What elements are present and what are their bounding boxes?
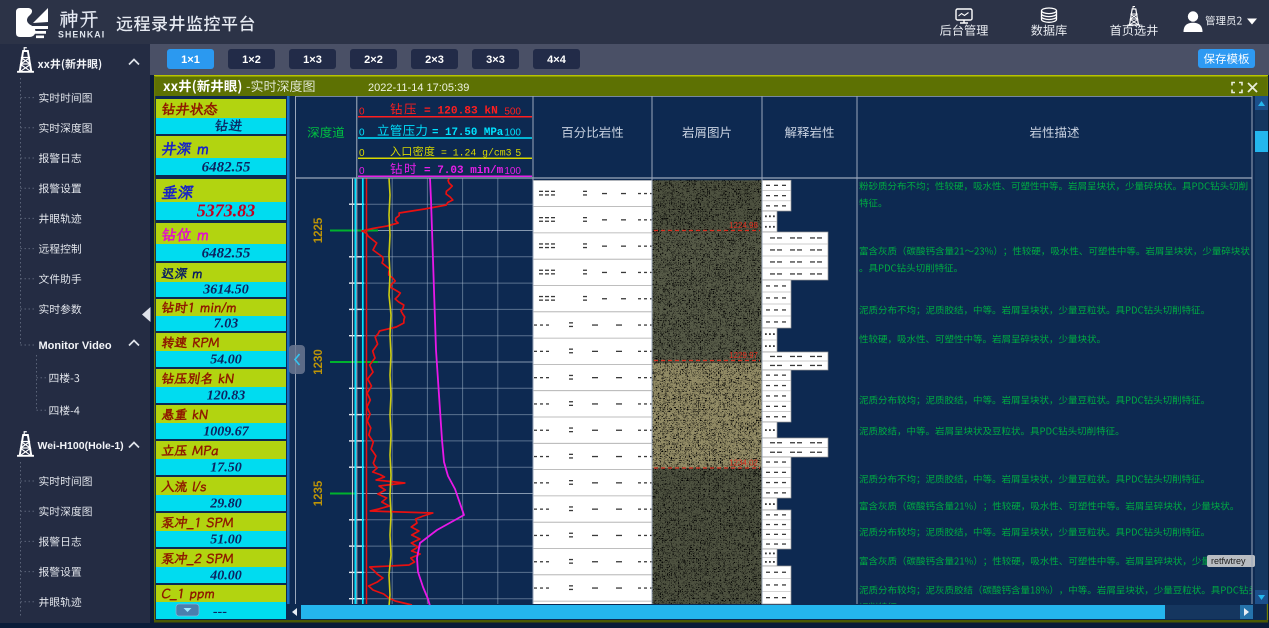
svg-text:= 17.50 MPa: = 17.50 MPa [432, 127, 504, 139]
svg-text:Wei-H100(Hole-1): Wei-H100(Hole-1) [38, 440, 124, 452]
svg-text:retfwtrey: retfwtrey [1211, 556, 1246, 566]
svg-text:= 1.24 g/cm3: = 1.24 g/cm3 [441, 147, 512, 158]
svg-text:SHENKAI: SHENKAI [58, 30, 105, 40]
svg-text:0: 0 [359, 166, 365, 177]
svg-text:1225: 1225 [313, 217, 325, 243]
svg-text:1224.98: 1224.98 [729, 221, 758, 230]
svg-text:51.00: 51.00 [210, 533, 242, 548]
svg-text:500: 500 [504, 106, 521, 117]
svg-text:2×2: 2×2 [364, 54, 383, 66]
svg-text:2×3: 2×3 [425, 54, 444, 66]
svg-text:= 7.03 min/m: = 7.03 min/m [424, 165, 504, 177]
svg-text:1229.97: 1229.97 [729, 351, 758, 360]
svg-text:1×2: 1×2 [242, 54, 261, 66]
svg-text:1234.02: 1234.02 [729, 459, 758, 468]
svg-text:1235: 1235 [313, 480, 325, 506]
svg-text:5: 5 [515, 148, 521, 159]
svg-text:Monitor Video: Monitor Video [39, 340, 112, 352]
svg-text:3×3: 3×3 [486, 54, 505, 66]
svg-text:54.00: 54.00 [210, 353, 242, 368]
svg-text:1×3: 1×3 [303, 54, 322, 66]
svg-text:6482.55: 6482.55 [202, 246, 251, 262]
svg-text:0: 0 [359, 106, 365, 117]
svg-text:29.80: 29.80 [209, 497, 242, 512]
svg-text:0: 0 [359, 148, 365, 159]
svg-text:1009.67: 1009.67 [203, 425, 250, 440]
svg-text:---: --- [213, 605, 227, 620]
svg-text:17.50: 17.50 [210, 461, 242, 476]
svg-text:2022-11-14 17:05:39: 2022-11-14 17:05:39 [368, 82, 469, 94]
svg-text:0: 0 [359, 128, 365, 139]
svg-text:5373.83: 5373.83 [197, 201, 256, 221]
svg-text:6482.55: 6482.55 [202, 160, 251, 176]
svg-text:= 120.83 kN: = 120.83 kN [424, 106, 498, 118]
svg-text:1×1: 1×1 [181, 54, 200, 66]
svg-text:120.83: 120.83 [207, 389, 246, 404]
svg-text:4×4: 4×4 [547, 54, 567, 66]
svg-text:1230: 1230 [313, 349, 325, 375]
svg-text:100: 100 [504, 128, 521, 139]
svg-text:3614.50: 3614.50 [202, 283, 249, 298]
svg-text:100: 100 [504, 166, 521, 177]
svg-text:40.00: 40.00 [209, 569, 242, 584]
svg-text:7.03: 7.03 [214, 317, 239, 332]
